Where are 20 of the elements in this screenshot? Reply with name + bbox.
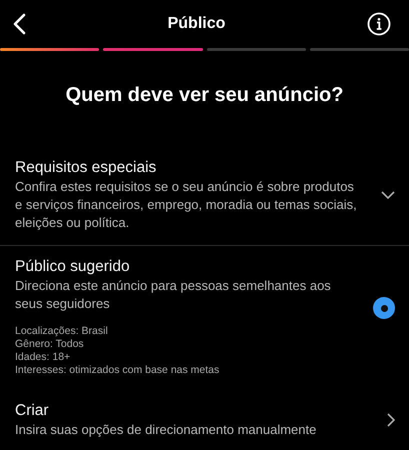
audience-option[interactable]: Criar Insira suas opções de direcionamento manualmente — [0, 390, 409, 450]
audience-option[interactable]: Público sugerido Direciona este anúncio para pessoas semelhantes aos seus seguidores Localizações: Brasil Gênero: Todos Idades: 18+ Interesses: otimizados com base nas metas — [0, 246, 409, 390]
option-title: Público sugerido — [15, 257, 131, 277]
option-title: Criar — [15, 401, 50, 421]
audience-detail: Gênero: Todos — [15, 338, 85, 351]
chevron-right-icon — [387, 413, 395, 427]
option-title: Requisitos especiais — [15, 158, 158, 178]
option-description: Confira estes requisitos se o seu anúncio é sobre produtos e serviços financeiros, emprego, moradia ou temas sociais, eleições ou política. — [15, 178, 358, 232]
page-title: Público — [168, 15, 226, 33]
chevron-down-icon — [381, 191, 395, 199]
option-description: Insira suas opções de direcionamento manualmente — [15, 421, 318, 439]
radio-button[interactable] — [373, 297, 395, 319]
info-icon — [367, 12, 391, 36]
audience-detail: Interesses: otimizados com base nas metas — [15, 364, 220, 377]
option-description: Direciona este anúncio para pessoas semelhantes aos seus seguidores — [15, 277, 332, 313]
question-heading: Quem deve ver seu anúncio? — [64, 84, 344, 107]
audience-detail: Idades: 18+ — [15, 351, 72, 364]
audience-detail: Localizações: Brasil — [15, 325, 109, 338]
audience-option[interactable]: Requisitos especiais Confira estes requisitos se o seu anúncio é sobre produtos e serviços financeiros, emprego, moradia ou temas sociais, eleições ou política. — [0, 147, 409, 246]
back-icon — [12, 13, 26, 35]
